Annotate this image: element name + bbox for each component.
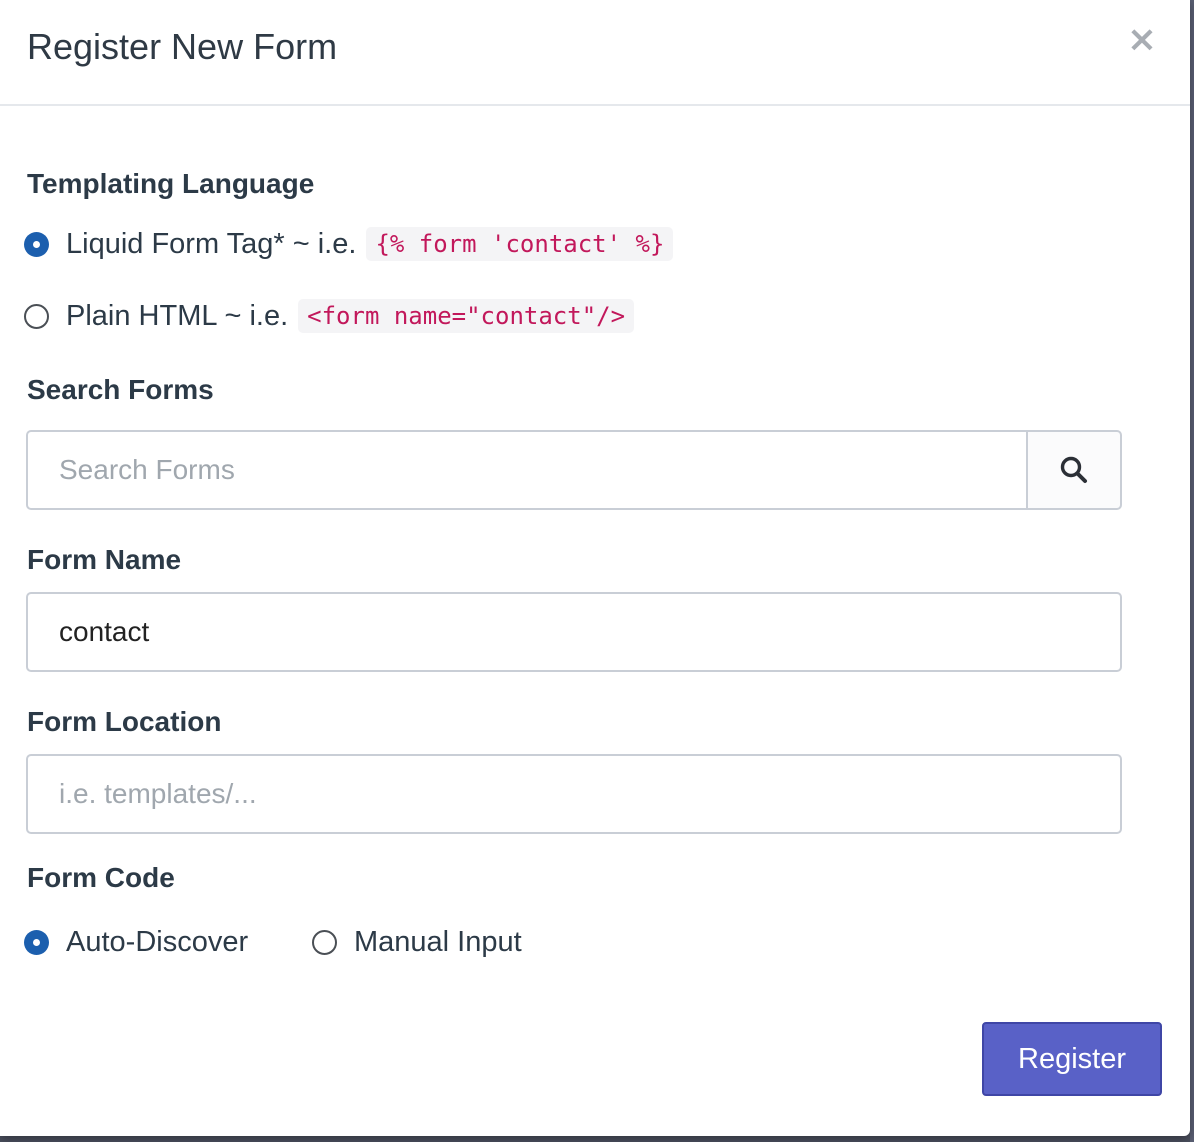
radio-option-liquid-form-tag[interactable]: Liquid Form Tag* ~ i.e. {% form 'contact… (24, 224, 674, 264)
close-icon[interactable]: × (1124, 18, 1160, 62)
radio-option-auto-discover[interactable]: Auto-Discover (24, 922, 248, 962)
auto-discover-label: Auto-Discover (66, 925, 249, 958)
plain-html-label: Plain HTML ~ i.e. (66, 299, 289, 332)
radio-option-plain-html[interactable]: Plain HTML ~ i.e. <form name="contact"/> (24, 296, 635, 336)
radio-option-manual-input[interactable]: Manual Input (312, 922, 522, 962)
search-icon (1060, 456, 1087, 483)
register-button[interactable]: Register (982, 1022, 1162, 1096)
liquid-tag-code-example: {% form 'contact' %} (366, 227, 674, 261)
manual-input-radio[interactable] (312, 929, 337, 955)
search-forms-input[interactable] (26, 430, 1028, 510)
form-code-label: Form Code (27, 862, 175, 893)
search-forms-label: Search Forms (27, 374, 214, 405)
register-form-modal: Register New Form × Templating Language … (0, 0, 1190, 1136)
modal-header: Register New Form × (0, 0, 1190, 106)
form-name-input[interactable] (26, 592, 1122, 672)
form-name-label: Form Name (27, 544, 182, 575)
liquid-form-tag-label: Liquid Form Tag* ~ i.e. (66, 227, 357, 260)
modal-backdrop (1190, 0, 1194, 1142)
form-location-label: Form Location (27, 706, 222, 737)
plain-html-radio[interactable] (24, 303, 49, 329)
form-location-input[interactable] (26, 754, 1122, 834)
plain-html-code-example: <form name="contact"/> (298, 299, 635, 333)
search-forms-group (26, 430, 1122, 510)
modal-title: Register New Form (27, 26, 338, 67)
auto-discover-radio[interactable] (24, 929, 49, 955)
liquid-form-tag-radio[interactable] (24, 231, 49, 257)
manual-input-label: Manual Input (354, 925, 522, 958)
templating-language-label: Templating Language (27, 168, 315, 199)
search-button[interactable] (1026, 430, 1122, 510)
